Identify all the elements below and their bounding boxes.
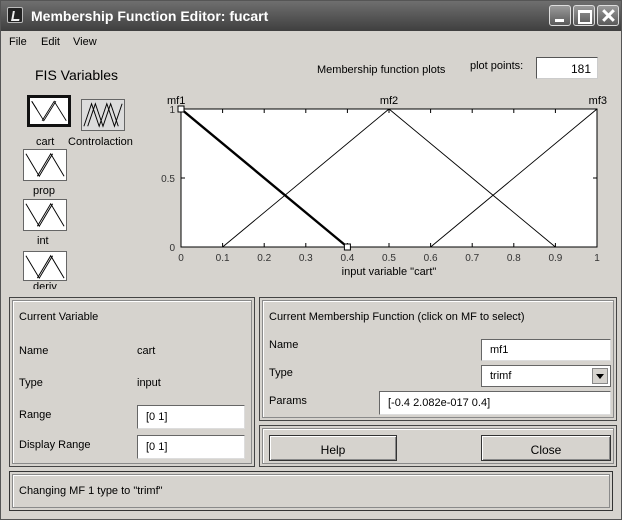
mf-triangles-icon xyxy=(31,100,67,122)
params-input[interactable]: [-0.4 2.082e-017 0.4] xyxy=(379,391,611,415)
var-label-int: int xyxy=(37,235,49,247)
menu-edit[interactable]: Edit xyxy=(41,36,60,48)
help-button[interactable]: Help xyxy=(269,435,397,461)
x-tick-label: 0.2 xyxy=(257,253,271,264)
chevron-down-icon[interactable] xyxy=(592,368,608,384)
mf-name-label: Name xyxy=(269,339,299,351)
var-name-value: cart xyxy=(137,345,156,357)
mf-type-select[interactable]: trimf xyxy=(481,365,611,387)
current-variable-title: Current Variable xyxy=(19,311,99,323)
display-range-input[interactable]: [0 1] xyxy=(137,435,245,459)
current-mf-panel: Current Membership Function (click on MF… xyxy=(259,297,617,421)
mf-label-mf3[interactable]: mf3 xyxy=(589,95,607,107)
x-tick-label: 0 xyxy=(178,253,184,264)
mf-label-mf1[interactable]: mf1 xyxy=(167,95,185,107)
close-button[interactable]: Close xyxy=(481,435,611,461)
var-label-cart: cart xyxy=(36,136,55,148)
mf-type-label: Type xyxy=(269,367,293,379)
var-icon-prop[interactable] xyxy=(23,149,67,181)
x-tick-label: 1 xyxy=(594,253,600,264)
y-tick-label: 0.5 xyxy=(161,174,175,185)
x-tick-label: 0.1 xyxy=(216,253,230,264)
x-tick-label: 0.3 xyxy=(299,253,313,264)
fis-variables-label: FIS Variables xyxy=(35,67,118,83)
var-label-controlaction: Controlaction xyxy=(68,136,133,148)
x-tick-label: 0.5 xyxy=(382,253,396,264)
var-icon-int[interactable] xyxy=(23,199,67,231)
status-bar: Changing MF 1 type to "trimf" xyxy=(9,471,613,511)
var-label-prop: prop xyxy=(33,185,56,197)
mf-triangles-icon xyxy=(25,152,65,178)
maximize-button[interactable] xyxy=(573,5,595,26)
var-icon-controlaction[interactable] xyxy=(81,99,125,131)
display-range-label: Display Range xyxy=(19,439,91,451)
var-name-label: Name xyxy=(19,345,49,357)
range-label: Range xyxy=(19,409,52,421)
range-input[interactable]: [0 1] xyxy=(137,405,245,429)
var-type-label: Type xyxy=(19,377,43,389)
close-window-button[interactable] xyxy=(597,5,619,26)
plot-points-input[interactable]: 181 xyxy=(536,57,598,79)
mf-plots-label: Membership function plots xyxy=(317,64,446,76)
var-icon-cart[interactable] xyxy=(27,95,71,127)
current-mf-title: Current Membership Function (click on MF… xyxy=(269,311,525,323)
x-tick-label: 0.6 xyxy=(424,253,438,264)
params-label: Params xyxy=(269,395,307,407)
mf-name-input[interactable]: mf1 xyxy=(481,339,611,361)
plot-axes-box xyxy=(180,108,598,248)
var-icon-deriv[interactable] xyxy=(23,251,67,281)
mf-triangles-icon xyxy=(25,254,65,280)
matlab-app-icon[interactable] xyxy=(7,7,23,23)
mf-label-mf2[interactable]: mf2 xyxy=(380,95,398,107)
y-tick-label: 0 xyxy=(169,243,175,254)
mf-vertex-handle[interactable] xyxy=(177,105,185,113)
x-tick-label: 0.9 xyxy=(548,253,562,264)
x-tick-label: 0.8 xyxy=(507,253,521,264)
menu-view[interactable]: View xyxy=(73,36,97,48)
menu-file[interactable]: File xyxy=(9,36,27,48)
x-axis-label: input variable "cart" xyxy=(342,266,437,278)
current-variable-panel: Current Variable Name cart Type input Ra… xyxy=(9,297,255,467)
mf-triangles-icon xyxy=(83,102,123,128)
button-panel: Help Close xyxy=(259,425,617,467)
mf-plot[interactable]: 0 0.1 0.2 0.3 0.4 0.5 0.6 0.7 0.8 0.9 100.51input … xyxy=(153,87,613,293)
menu-bar: File Edit View xyxy=(1,32,621,52)
var-type-value: input xyxy=(137,377,161,389)
var-label-deriv: deriv xyxy=(33,281,57,289)
plot-points-label: plot points: xyxy=(470,60,524,72)
status-message: Changing MF 1 type to "trimf" xyxy=(12,474,610,508)
x-tick-label: 0.4 xyxy=(340,253,354,264)
mf-vertex-handle[interactable] xyxy=(343,243,351,251)
title-bar[interactable]: Membership Function Editor: fucart xyxy=(1,1,621,31)
x-tick-label: 0.7 xyxy=(465,253,479,264)
mf-triangles-icon xyxy=(25,202,65,228)
mf-type-value: trimf xyxy=(490,370,512,382)
minimize-button[interactable] xyxy=(549,5,571,26)
mf-editor-window: Membership Function Editor: fucart File … xyxy=(0,0,622,520)
window-title: Membership Function Editor: fucart xyxy=(31,8,269,24)
